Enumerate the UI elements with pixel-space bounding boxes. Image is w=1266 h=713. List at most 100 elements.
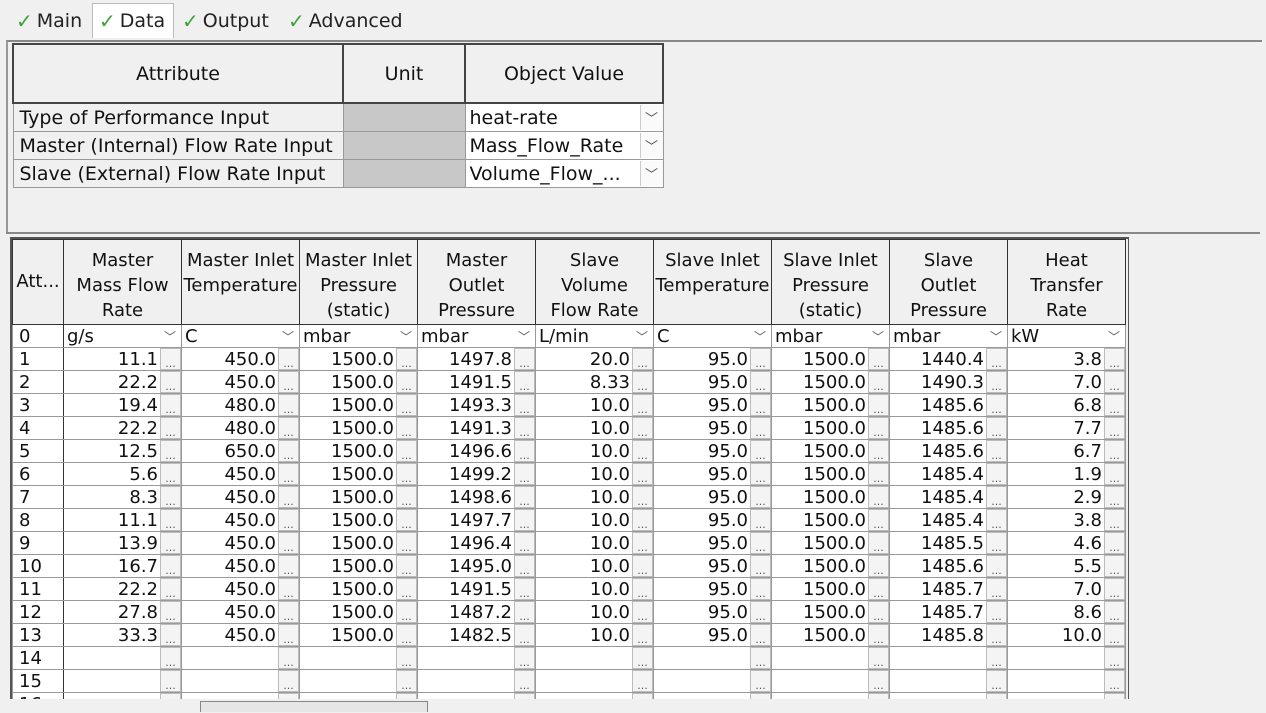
value-cell[interactable]: ...: [653, 646, 772, 670]
ellipsis-button[interactable]: ...: [514, 440, 535, 462]
value-cell[interactable]: 1496.6...: [417, 439, 536, 463]
value-cell[interactable]: ...: [889, 669, 1008, 693]
ellipsis-button[interactable]: ...: [396, 463, 417, 485]
ellipsis-button[interactable]: ...: [632, 578, 653, 600]
value-cell[interactable]: 1500.0...: [771, 393, 890, 417]
ellipsis-button[interactable]: ...: [278, 463, 299, 485]
ellipsis-button[interactable]: ...: [868, 555, 889, 577]
ellipsis-button[interactable]: ...: [868, 394, 889, 416]
ellipsis-button[interactable]: ...: [514, 532, 535, 554]
value-cell[interactable]: 450.0...: [181, 485, 300, 509]
ellipsis-button[interactable]: ...: [514, 578, 535, 600]
value-cell[interactable]: ...: [299, 669, 418, 693]
value-cell[interactable]: ...: [299, 692, 418, 699]
value-cell[interactable]: 450.0...: [181, 577, 300, 601]
value-cell[interactable]: 10.0...: [535, 508, 654, 532]
ellipsis-button[interactable]: ...: [750, 578, 771, 600]
value-cell[interactable]: ...: [63, 646, 182, 670]
value-cell[interactable]: 8.33...: [535, 370, 654, 394]
ellipsis-button[interactable]: ...: [986, 578, 1007, 600]
ellipsis-button[interactable]: ...: [750, 670, 771, 692]
ellipsis-button[interactable]: ...: [750, 601, 771, 623]
ellipsis-button[interactable]: ...: [1104, 601, 1125, 623]
value-cell[interactable]: 1497.8...: [417, 347, 536, 371]
value-cell[interactable]: 1500.0...: [299, 370, 418, 394]
ellipsis-button[interactable]: ...: [160, 693, 181, 699]
ellipsis-button[interactable]: ...: [632, 624, 653, 646]
horizontal-scrollbar[interactable]: [200, 701, 428, 712]
ellipsis-button[interactable]: ...: [278, 555, 299, 577]
value-cell[interactable]: ...: [889, 692, 1008, 699]
ellipsis-button[interactable]: ...: [278, 486, 299, 508]
ellipsis-button[interactable]: ...: [278, 647, 299, 669]
value-cell[interactable]: 1500.0...: [299, 508, 418, 532]
value-cell[interactable]: 1491.3...: [417, 416, 536, 440]
ellipsis-button[interactable]: ...: [1104, 670, 1125, 692]
ellipsis-button[interactable]: ...: [750, 463, 771, 485]
ellipsis-button[interactable]: ...: [868, 348, 889, 370]
tab-data[interactable]: ✓ Data: [92, 3, 175, 38]
value-cell[interactable]: 10.0...: [535, 393, 654, 417]
ellipsis-button[interactable]: ...: [514, 394, 535, 416]
value-cell[interactable]: 1493.3...: [417, 393, 536, 417]
ellipsis-button[interactable]: ...: [1104, 486, 1125, 508]
ellipsis-button[interactable]: ...: [868, 440, 889, 462]
value-cell[interactable]: 1.9...: [1007, 462, 1126, 486]
value-cell[interactable]: 95.0...: [653, 531, 772, 555]
ellipsis-button[interactable]: ...: [986, 532, 1007, 554]
value-cell[interactable]: 1491.5...: [417, 370, 536, 394]
value-cell[interactable]: ...: [771, 669, 890, 693]
value-cell[interactable]: ...: [771, 646, 890, 670]
ellipsis-button[interactable]: ...: [514, 647, 535, 669]
value-cell[interactable]: 1500.0...: [771, 370, 890, 394]
value-cell[interactable]: 650.0...: [181, 439, 300, 463]
ellipsis-button[interactable]: ...: [514, 463, 535, 485]
value-cell[interactable]: 10.0...: [535, 623, 654, 647]
ellipsis-button[interactable]: ...: [160, 624, 181, 646]
value-cell[interactable]: 1500.0...: [771, 439, 890, 463]
value-cell[interactable]: 480.0...: [181, 393, 300, 417]
value-cell[interactable]: 95.0...: [653, 600, 772, 624]
ellipsis-button[interactable]: ...: [986, 624, 1007, 646]
column-header[interactable]: Slave Outlet Pressure: [889, 239, 1008, 325]
ellipsis-button[interactable]: ...: [868, 670, 889, 692]
ellipsis-button[interactable]: ...: [1104, 555, 1125, 577]
ellipsis-button[interactable]: ...: [632, 486, 653, 508]
value-cell[interactable]: 1500.0...: [299, 623, 418, 647]
value-cell[interactable]: 1490.3...: [889, 370, 1008, 394]
ellipsis-button[interactable]: ...: [986, 647, 1007, 669]
chevron-down-icon[interactable]: ﹀: [639, 133, 663, 158]
ellipsis-button[interactable]: ...: [160, 509, 181, 531]
value-cell[interactable]: 22.2...: [63, 416, 182, 440]
value-cell[interactable]: 22.2...: [63, 577, 182, 601]
ellipsis-button[interactable]: ...: [750, 532, 771, 554]
ellipsis-button[interactable]: ...: [396, 440, 417, 462]
value-cell[interactable]: 95.0...: [653, 347, 772, 371]
value-cell[interactable]: 10.0...: [535, 462, 654, 486]
ellipsis-button[interactable]: ...: [868, 532, 889, 554]
ellipsis-button[interactable]: ...: [396, 647, 417, 669]
value-cell[interactable]: ...: [417, 669, 536, 693]
value-cell[interactable]: 1500.0...: [771, 531, 890, 555]
value-cell[interactable]: 1500.0...: [771, 347, 890, 371]
value-cell[interactable]: 1485.4...: [889, 462, 1008, 486]
ellipsis-button[interactable]: ...: [396, 509, 417, 531]
tab-advanced[interactable]: ✓ Advanced: [282, 6, 411, 36]
ellipsis-button[interactable]: ...: [278, 509, 299, 531]
value-cell[interactable]: 450.0...: [181, 554, 300, 578]
value-cell[interactable]: 1485.4...: [889, 508, 1008, 532]
value-cell[interactable]: 20.0...: [535, 347, 654, 371]
value-cell[interactable]: 1497.7...: [417, 508, 536, 532]
value-cell[interactable]: 95.0...: [653, 508, 772, 532]
value-cell[interactable]: 22.2...: [63, 370, 182, 394]
value-cell[interactable]: 1499.2...: [417, 462, 536, 486]
ellipsis-button[interactable]: ...: [750, 509, 771, 531]
unit-select[interactable]: mbar ﹀: [417, 324, 536, 348]
value-cell[interactable]: 1500.0...: [771, 577, 890, 601]
ellipsis-button[interactable]: ...: [1104, 463, 1125, 485]
value-cell[interactable]: 1491.5...: [417, 577, 536, 601]
value-cell[interactable]: ...: [63, 692, 182, 699]
value-select[interactable]: Mass_Flow_Rate ﹀: [464, 131, 664, 160]
ellipsis-button[interactable]: ...: [1104, 532, 1125, 554]
ellipsis-button[interactable]: ...: [1104, 348, 1125, 370]
